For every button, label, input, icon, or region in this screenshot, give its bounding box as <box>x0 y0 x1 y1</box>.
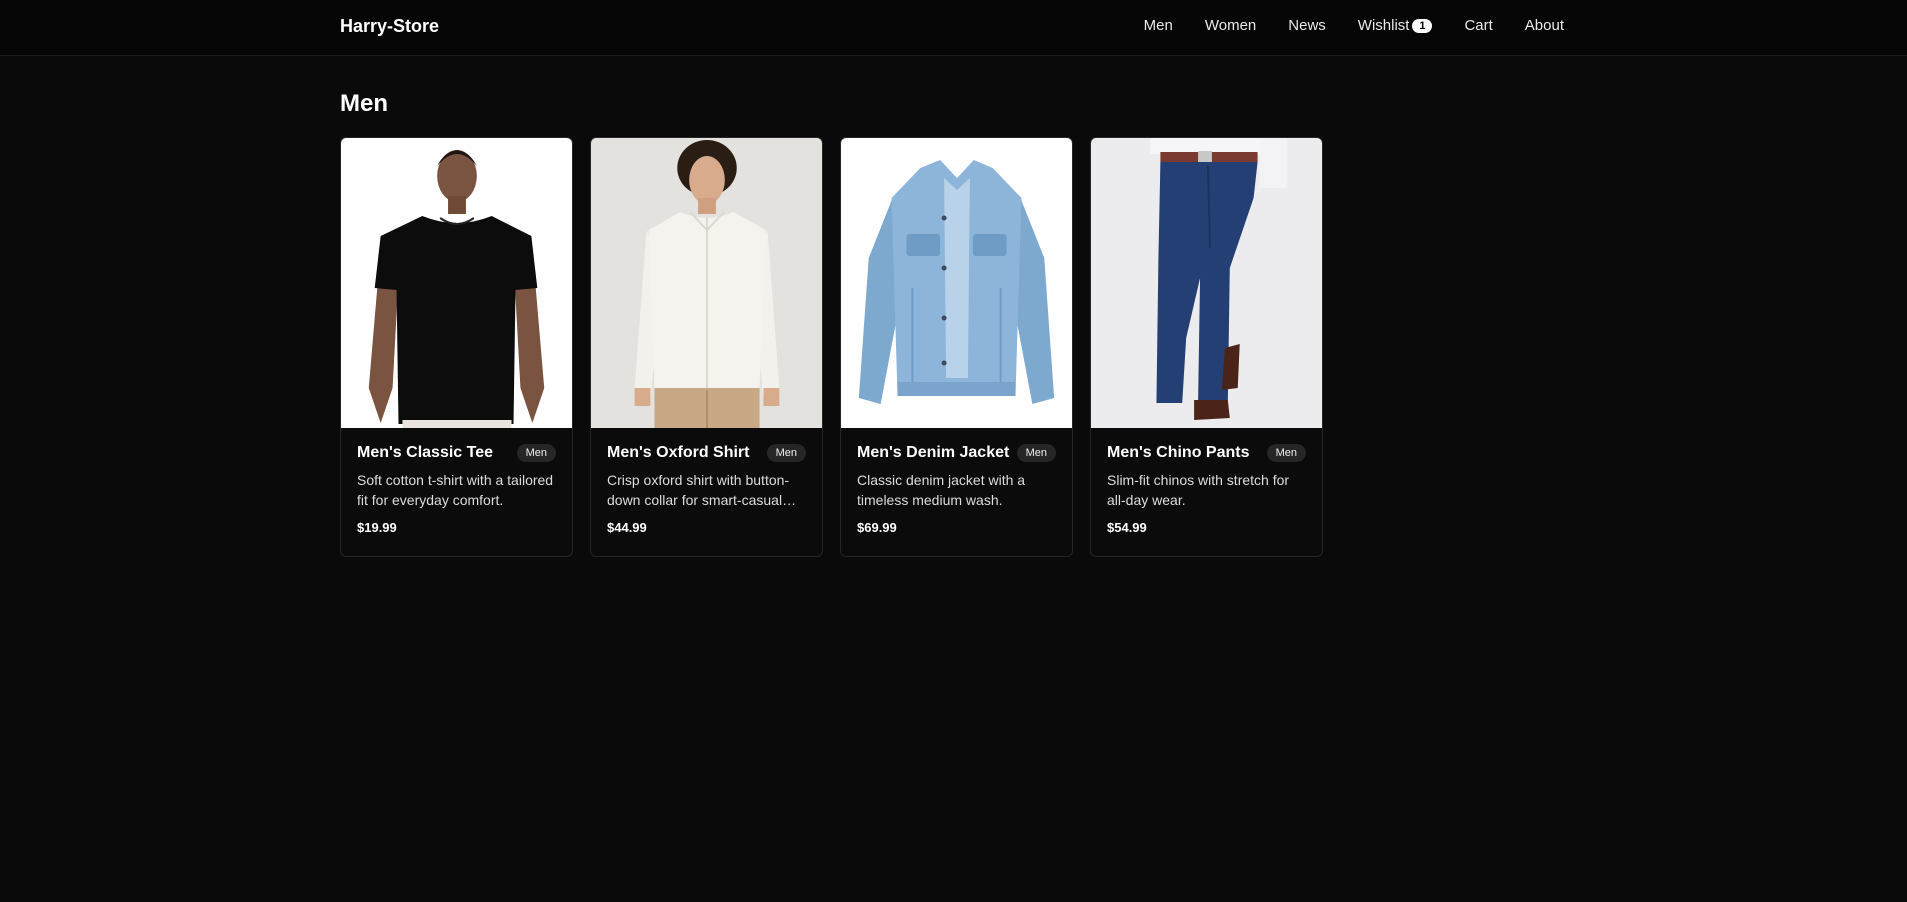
nav-link-women-label: Women <box>1204 17 1257 34</box>
product-header-row: Men's Denim Jacket Men <box>857 444 1056 462</box>
product-card[interactable]: Men's Classic Tee Men Soft cotton t-shir… <box>340 137 573 557</box>
product-header-row: Men's Classic Tee Men <box>357 444 556 462</box>
nav-link-about[interactable]: About <box>1525 17 1564 34</box>
nav-link-cart-label: Cart <box>1464 17 1493 34</box>
product-name: Men's Denim Jacket <box>857 444 1010 461</box>
nav-link-men-label: Men <box>1143 17 1173 34</box>
page-title: Men <box>340 90 388 117</box>
product-price: $19.99 <box>357 520 397 535</box>
top-navbar: Harry-Store Men Women News Wishlist 1 Ca… <box>0 0 1907 56</box>
navy-chinos-photo <box>1091 138 1322 428</box>
nav-link-cart[interactable]: Cart <box>1464 17 1492 34</box>
product-description: Crisp oxford shirt with button-down coll… <box>607 472 790 508</box>
nav-link-wishlist-label: Wishlist <box>1357 17 1410 34</box>
product-description: Classic denim jacket with a timeless med… <box>857 472 1026 508</box>
product-card[interactable]: Men's Oxford Shirt Men Crisp oxford shir… <box>590 137 823 557</box>
white-oxford-shirt-photo <box>591 138 822 428</box>
product-description: Slim-fit chinos with stretch for all-day… <box>1107 472 1290 508</box>
product-grid: Men's Classic Tee Men Soft cotton t-shir… <box>340 137 1323 557</box>
product-price: $54.99 <box>1107 520 1147 535</box>
product-description: Soft cotton t-shirt with a tailored fit … <box>357 472 554 508</box>
nav-link-wishlist[interactable]: Wishlist 1 <box>1358 17 1433 34</box>
product-header-row: Men's Chino Pants Men <box>1107 444 1306 462</box>
category-badge: Men <box>1266 444 1306 462</box>
category-badge: Men <box>516 444 556 462</box>
category-badge: Men <box>1016 444 1056 462</box>
product-info: Men's Classic Tee Men Soft cotton t-shir… <box>341 428 572 535</box>
product-name: Men's Oxford Shirt <box>607 444 750 461</box>
denim-jacket-photo <box>841 138 1072 428</box>
product-price: $69.99 <box>857 520 897 535</box>
product-price: $44.99 <box>607 520 647 535</box>
wishlist-count-badge: 1 <box>1412 18 1433 33</box>
product-card[interactable]: Men's Denim Jacket Men Classic denim jac… <box>840 137 1073 557</box>
nav-link-news[interactable]: News <box>1288 17 1326 34</box>
nav-link-news-label: News <box>1288 17 1326 34</box>
product-info: Men's Denim Jacket Men Classic denim jac… <box>841 428 1072 535</box>
nav-link-men[interactable]: Men <box>1144 17 1173 34</box>
brand-logo[interactable]: Harry-Store <box>340 16 439 37</box>
product-name: Men's Classic Tee <box>357 444 494 461</box>
product-info: Men's Oxford Shirt Men Crisp oxford shir… <box>591 428 822 535</box>
nav-link-about-label: About <box>1524 17 1564 34</box>
main-nav: Men Women News Wishlist 1 Cart About <box>1112 17 1564 34</box>
black-tshirt-photo <box>341 138 572 428</box>
nav-link-women[interactable]: Women <box>1205 17 1256 34</box>
product-name: Men's Chino Pants <box>1107 444 1250 461</box>
category-badge: Men <box>766 444 806 462</box>
product-header-row: Men's Oxford Shirt Men <box>607 444 806 462</box>
product-card[interactable]: Men's Chino Pants Men Slim-fit chinos wi… <box>1090 137 1323 557</box>
product-info: Men's Chino Pants Men Slim-fit chinos wi… <box>1091 428 1322 535</box>
